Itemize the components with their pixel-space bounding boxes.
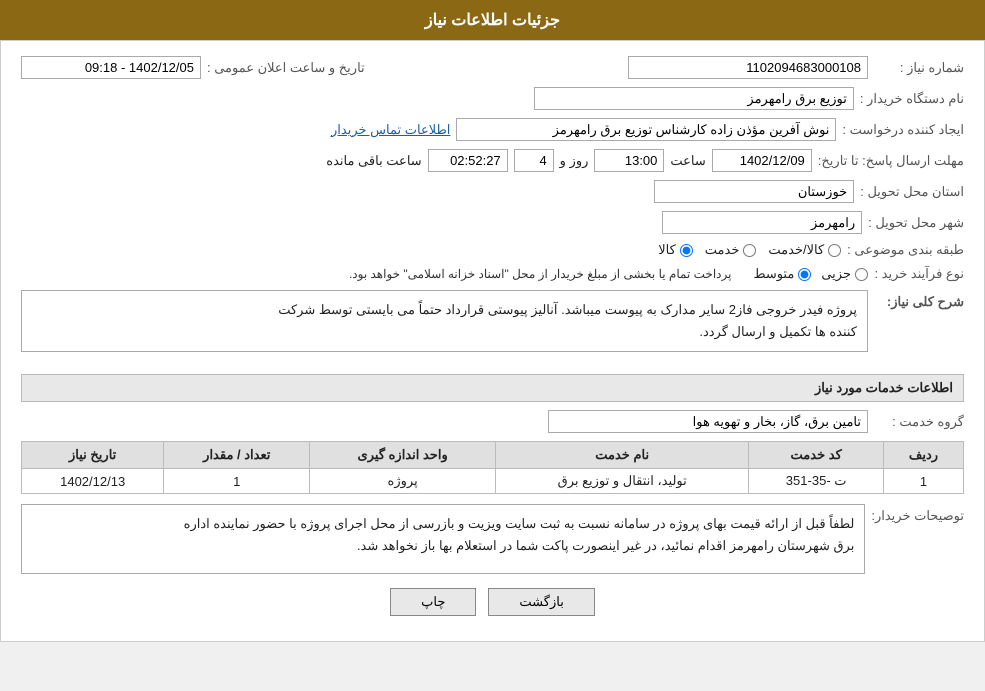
remaining-label: ساعت باقی مانده (326, 153, 421, 169)
remaining-value (428, 149, 508, 172)
category-kala-text: کالا (658, 242, 676, 258)
services-section-title: اطلاعات خدمات مورد نیاز (21, 374, 964, 402)
description-line2: کننده ها تکمیل و ارسال گردد. (32, 321, 857, 343)
table-row: 1 ت -35-351 تولید، انتقال و توزیع برق پر… (22, 469, 964, 494)
print-button[interactable]: چاپ (390, 588, 476, 616)
cell-date: 1402/12/13 (22, 469, 164, 494)
city-label: شهر محل تحویل : (868, 215, 964, 231)
cell-name: تولید، انتقال و توزیع برق (496, 469, 749, 494)
buyer-notes-box: لطفاً قبل از ارائه قیمت بهای پروژه در سا… (21, 504, 865, 574)
process-jozii-radio[interactable] (855, 268, 868, 281)
province-row: استان محل تحویل : (21, 180, 964, 203)
category-khedmat-radio[interactable] (743, 244, 756, 257)
category-both-text: کالا/خدمت (768, 242, 824, 258)
creator-label: ایجاد کننده درخواست : (842, 122, 964, 138)
category-label: طبقه بندی موضوعی : (847, 242, 964, 258)
buyer-system-row: نام دستگاه خریدار : (21, 87, 964, 110)
service-group-input (548, 410, 868, 433)
days-label: روز و (560, 153, 589, 169)
col-code: کد خدمت (749, 442, 884, 469)
process-note: پرداخت تمام یا بخشی از مبلغ خریدار از مح… (349, 267, 732, 281)
services-table: ردیف کد خدمت نام خدمت واحد اندازه گیری ت… (21, 441, 964, 494)
back-button[interactable]: بازگشت (488, 588, 594, 616)
col-qty: تعداد / مقدار (164, 442, 310, 469)
time-value (594, 149, 664, 172)
buyer-notes-row: توصیحات خریدار: لطفاً قبل از ارائه قیمت … (21, 504, 964, 574)
process-options: جزیی متوسط (753, 266, 868, 282)
time-label: ساعت (670, 153, 705, 169)
announcement-value (21, 56, 201, 79)
category-row: طبقه بندی موضوعی : کالا خدمت کالا/خدمت (21, 242, 964, 258)
need-number-row: شماره نیاز : تاریخ و ساعت اعلان عمومی : (21, 56, 964, 79)
days-value (514, 149, 554, 172)
cell-qty: 1 (164, 469, 310, 494)
buyer-system-label: نام دستگاه خریدار : (860, 91, 964, 107)
col-name: نام خدمت (496, 442, 749, 469)
page-title: جزئیات اطلاعات نیاز (425, 12, 560, 29)
service-group-label: گروه خدمت : (874, 414, 964, 430)
col-unit: واحد اندازه گیری (310, 442, 496, 469)
cell-row: 1 (884, 469, 964, 494)
province-label: استان محل تحویل : (860, 184, 964, 200)
service-group-row: گروه خدمت : (21, 410, 964, 433)
process-motavasset-label[interactable]: متوسط (753, 266, 811, 282)
description-label: شرح کلی نیاز: (874, 290, 964, 310)
deadline-label: مهلت ارسال پاسخ: تا تاریخ: (818, 153, 964, 169)
buyer-system-input (534, 87, 854, 110)
announcement-label: تاریخ و ساعت اعلان عمومی : (207, 60, 365, 76)
deadline-date (712, 149, 812, 172)
process-motavasset-text: متوسط (753, 266, 794, 282)
category-both-label[interactable]: کالا/خدمت (768, 242, 841, 258)
process-motavasset-radio[interactable] (798, 268, 811, 281)
page-header: جزئیات اطلاعات نیاز (0, 0, 985, 40)
cell-unit: پروژه (310, 469, 496, 494)
category-khedmat-text: خدمت (705, 242, 740, 258)
description-line1: پروژه فیدر خروجی فاز2 سایر مدارک به پیوس… (32, 299, 857, 321)
creator-row: ایجاد کننده درخواست : اطلاعات تماس خریدا… (21, 118, 964, 141)
creator-input (456, 118, 836, 141)
category-kala-radio[interactable] (680, 244, 693, 257)
process-jozii-text: جزیی (821, 266, 851, 282)
category-kala-label[interactable]: کالا (658, 242, 693, 258)
need-number-input (628, 56, 868, 79)
contact-link[interactable]: اطلاعات تماس خریدار (331, 122, 450, 138)
province-input (654, 180, 854, 203)
process-row: نوع فرآیند خرید : جزیی متوسط پرداخت تمام… (21, 266, 964, 282)
category-radio-group: کالا خدمت کالا/خدمت (658, 242, 841, 258)
city-row: شهر محل تحویل : (21, 211, 964, 234)
city-input (662, 211, 862, 234)
description-box: پروژه فیدر خروجی فاز2 سایر مدارک به پیوس… (21, 290, 868, 352)
cell-code: ت -35-351 (749, 469, 884, 494)
need-number-label: شماره نیاز : (874, 60, 964, 76)
buyer-notes-label: توصیحات خریدار: (871, 504, 964, 524)
buttons-row: بازگشت چاپ (21, 588, 964, 626)
buyer-notes-line2: برق شهرستان رامهرمز اقدام نمائید، در غیر… (32, 535, 854, 557)
col-row: ردیف (884, 442, 964, 469)
deadline-row: مهلت ارسال پاسخ: تا تاریخ: ساعت روز و سا… (21, 149, 964, 172)
buyer-notes-line1: لطفاً قبل از ارائه قیمت بهای پروژه در سا… (32, 513, 854, 535)
category-both-radio[interactable] (828, 244, 841, 257)
process-jozii-label[interactable]: جزیی (821, 266, 868, 282)
col-date: تاریخ نیاز (22, 442, 164, 469)
category-khedmat-label[interactable]: خدمت (705, 242, 757, 258)
process-label: نوع فرآیند خرید : (874, 266, 964, 282)
